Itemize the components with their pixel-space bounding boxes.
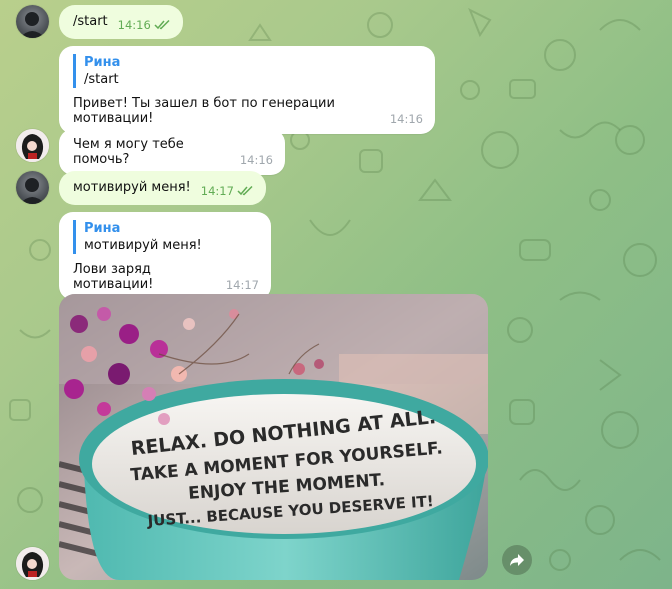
share-button[interactable] bbox=[502, 545, 532, 575]
message-time: 14:16 bbox=[117, 18, 151, 32]
bot-avatar[interactable] bbox=[16, 129, 49, 162]
message-time: 14:17 bbox=[225, 278, 259, 292]
bot-avatar-image bbox=[16, 547, 49, 580]
message-text: Привет! Ты зашел в бот по генерации моти… bbox=[73, 96, 335, 126]
bot-avatar-image bbox=[16, 129, 49, 162]
user-avatar-image bbox=[20, 12, 45, 38]
reply-quote[interactable]: Рина мотивируй меня! bbox=[73, 220, 259, 254]
message-text: мотивируй меня! bbox=[73, 180, 191, 195]
message-text: /start bbox=[73, 14, 108, 29]
reply-author: Рина bbox=[84, 55, 121, 70]
message-text: Лови заряд мотивации! bbox=[73, 262, 154, 292]
message-incoming[interactable]: Чем я могу тебе помочь? 14:16 bbox=[59, 129, 285, 175]
message-text: Чем я могу тебе помочь? bbox=[73, 137, 184, 167]
reply-text: /start bbox=[84, 72, 119, 87]
message-incoming[interactable]: Рина /start Привет! Ты зашел в бот по ге… bbox=[59, 46, 435, 134]
message-time: 14:17 bbox=[200, 184, 234, 198]
double-check-icon bbox=[237, 186, 253, 196]
user-avatar[interactable] bbox=[16, 171, 49, 204]
message-time: 14:16 bbox=[239, 153, 273, 167]
reply-author: Рина bbox=[84, 221, 121, 236]
bot-avatar[interactable] bbox=[16, 547, 49, 580]
message-outgoing[interactable]: мотивируй меня! 14:17 bbox=[59, 171, 266, 205]
message-meta: 14:17 bbox=[201, 184, 254, 198]
user-avatar[interactable] bbox=[16, 5, 49, 38]
message-incoming[interactable]: Рина мотивируй меня! Лови заряд мотиваци… bbox=[59, 212, 271, 300]
share-icon bbox=[510, 554, 524, 566]
reply-quote[interactable]: Рина /start bbox=[73, 54, 423, 88]
message-meta: 14:16 bbox=[118, 18, 171, 32]
message-time: 14:16 bbox=[389, 112, 423, 126]
photo-message[interactable]: RELAX. DO NOTHING AT ALL. TAKE A MOMENT … bbox=[59, 294, 488, 580]
motivation-mug-photo: RELAX. DO NOTHING AT ALL. TAKE A MOMENT … bbox=[59, 294, 488, 580]
reply-text: мотивируй меня! bbox=[84, 238, 202, 253]
user-avatar-image bbox=[20, 178, 45, 204]
message-outgoing[interactable]: /start 14:16 bbox=[59, 5, 183, 39]
double-check-icon bbox=[154, 20, 170, 30]
